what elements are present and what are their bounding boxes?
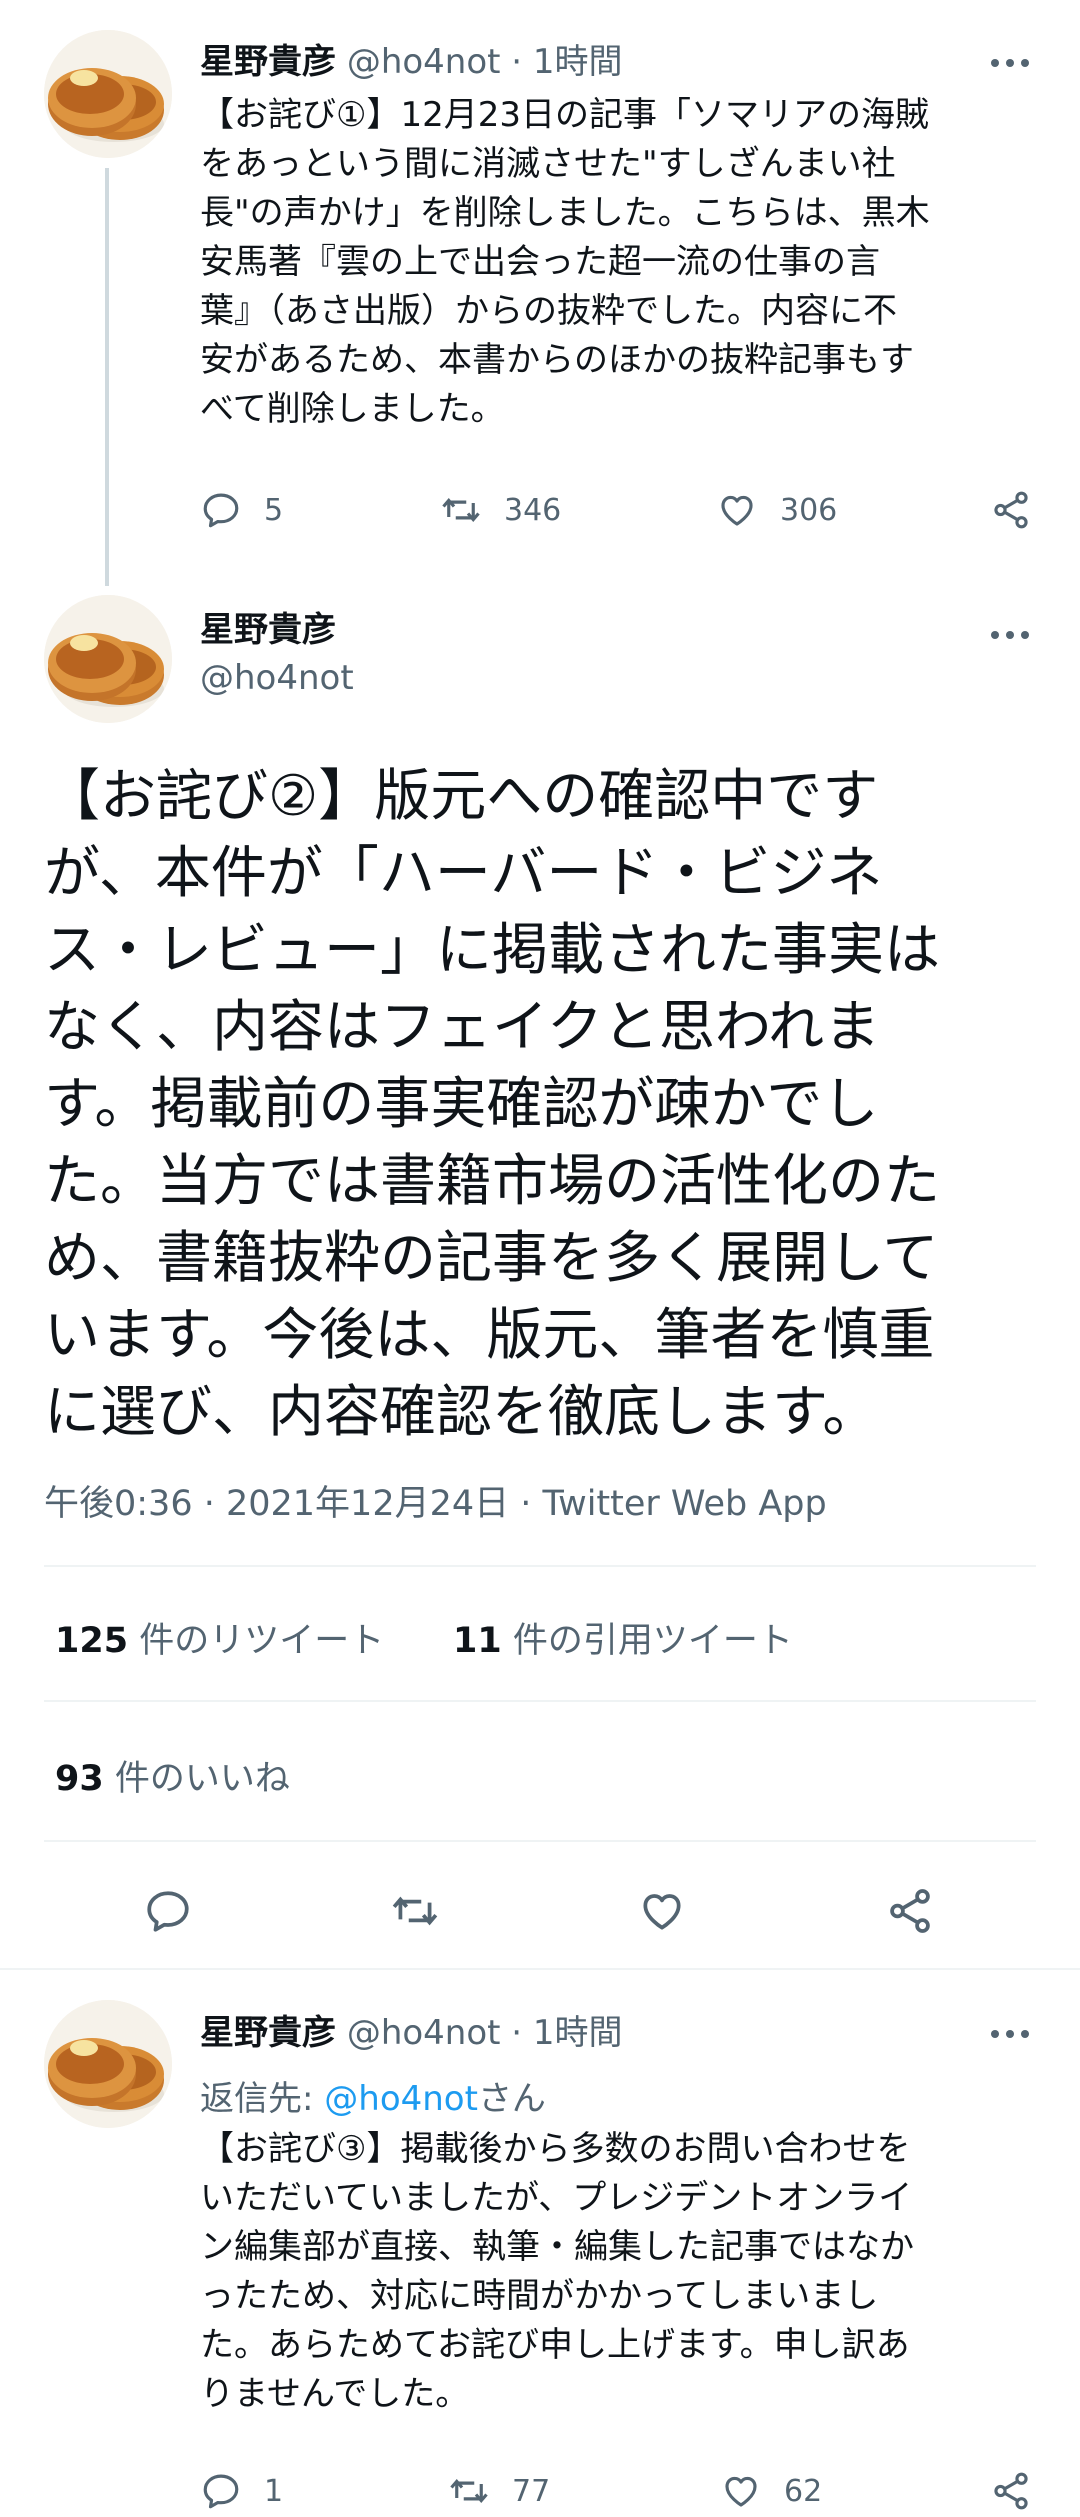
retweet-total-label: 件のリツイート: [128, 1621, 385, 1661]
reply-icon: [200, 489, 242, 531]
more-button[interactable]: [990, 625, 1030, 644]
reply-suffix: さん: [477, 2079, 546, 2119]
separator: ·: [511, 42, 523, 82]
like-button[interactable]: [637, 1886, 687, 1936]
reply-to-link[interactable]: @ho4not: [324, 2079, 478, 2119]
tweet-text-line: 安馬著『雲の上で出会った超一流の仕事の言: [200, 242, 880, 282]
tweet-header: 星野貴彦 @ho4not · 1時間: [200, 34, 623, 83]
separator: ·: [511, 2013, 523, 2053]
tweet-timestamp[interactable]: 午後0:36 · 2021年12月24日 · Twitter Web App: [44, 1475, 827, 1526]
retweet-button[interactable]: 346: [440, 489, 561, 531]
like-total-label: 件のいいね: [103, 1759, 290, 1799]
more-button[interactable]: [990, 2024, 1030, 2043]
reply-button[interactable]: [143, 1886, 193, 1936]
retweet-button[interactable]: [390, 1886, 440, 1936]
tweet-text-line: いただいていましたが、プレジデントオンライ: [200, 2178, 913, 2218]
tweet-text-line: た。当方では書籍市場の活性化のた: [44, 1149, 940, 1214]
retweet-icon: [448, 2470, 490, 2512]
tweet-text-line: なく、内容はフェイクと思われま: [44, 995, 881, 1060]
reply-prefix: 返信先:: [200, 2079, 325, 2119]
quote-total-label: 件の引用ツイート: [501, 1621, 793, 1661]
more-icon: [990, 2029, 1030, 2039]
like-count: 62: [784, 2473, 823, 2509]
tweet-text-line: 【お詫び③】掲載後から多数のお問い合わせを: [200, 2129, 911, 2169]
like-icon: [720, 2470, 762, 2512]
main-tweet-text: 【お詫び②】版元への確認中です が、本件が「ハーバード・ビジネ ス・レビュー」に…: [44, 758, 940, 1451]
like-button[interactable]: 62: [720, 2470, 822, 2512]
tweet-text-line: た。あらためてお詫び申し上げます。申し訳あ: [200, 2325, 910, 2365]
like-button[interactable]: 306: [716, 489, 837, 531]
share-button[interactable]: [885, 1886, 935, 1936]
avatar[interactable]: [44, 30, 172, 158]
author-name[interactable]: 星野貴彦: [200, 42, 336, 82]
retweet-count: 77: [512, 2473, 551, 2509]
like-icon: [716, 489, 758, 531]
author-handle[interactable]: @ho4not: [200, 658, 354, 698]
share-icon: [885, 1886, 935, 1936]
avatar-image: [44, 30, 172, 158]
tweet-header: 星野貴彦 @ho4not · 1時間: [200, 2005, 623, 2054]
share-icon: [990, 2470, 1032, 2512]
retweet-icon: [390, 1886, 440, 1936]
tweet-text-line: が、本件が「ハーバード・ビジネ: [44, 841, 883, 906]
reply-button[interactable]: 1: [200, 2470, 283, 2512]
reply-icon: [200, 2470, 242, 2512]
tweet-text-line: ン編集部が直接、執筆・編集した記事ではなか: [200, 2227, 914, 2267]
tweet-text-line: め、書籍抜粋の記事を多く展開して: [44, 1226, 939, 1291]
tweet-time[interactable]: 1時間: [533, 42, 623, 82]
divider: [44, 1700, 1036, 1702]
divider: [0, 1968, 1080, 1970]
tweet-text: 【お詫び③】掲載後から多数のお問い合わせを いただいていましたが、プレジデントオ…: [200, 2125, 914, 2419]
reply-context: 返信先: @ho4notさん: [200, 2071, 546, 2120]
author-name[interactable]: 星野貴彦: [200, 602, 336, 651]
author-handle[interactable]: @ho4not: [347, 2013, 501, 2053]
divider: [44, 1565, 1036, 1567]
more-button[interactable]: [990, 53, 1030, 72]
retweet-icon: [440, 489, 482, 531]
retweet-total: 125: [55, 1621, 129, 1661]
share-button[interactable]: [990, 2470, 1032, 2512]
avatar-image: [44, 595, 172, 723]
share-button[interactable]: [990, 489, 1032, 531]
more-icon: [990, 58, 1030, 68]
retweet-count: 346: [504, 492, 562, 528]
tweet-text-line: す。掲載前の事実確認が疎かでし: [44, 1072, 879, 1137]
reply-icon: [143, 1886, 193, 1936]
tweet-text-line: 【お詫び①】12月23日の記事「ソマリアの海賊: [200, 95, 930, 135]
tweet-text: 【お詫び①】12月23日の記事「ソマリアの海賊 をあっという間に消滅させた"すし…: [200, 91, 930, 434]
tweet-text-line: べて削除しました。: [200, 389, 505, 429]
avatar-image: [44, 2000, 172, 2128]
tweet-text-line: をあっという間に消滅させた"すしざんまい社: [200, 144, 896, 184]
tweet-text-line: 安があるため、本書からのほかの抜粋記事もす: [200, 340, 914, 380]
quote-total: 11: [453, 1621, 502, 1661]
thread-line: [105, 168, 109, 586]
tweet-text-line: ス・レビュー」に掲載された事実は: [44, 918, 940, 983]
tweet-text-line: ったため、対応に時間がかかってしまいまし: [200, 2276, 879, 2316]
tweet-text-line: 葉』（あさ出版）からの抜粋でした。内容に不: [200, 291, 897, 331]
reply-count: 1: [264, 2473, 284, 2509]
more-icon: [990, 630, 1030, 640]
divider: [44, 1840, 1036, 1842]
tweet-text-line: りませんでした。: [200, 2374, 470, 2414]
likes-stat[interactable]: 93 件のいいね: [55, 1750, 290, 1801]
like-icon: [637, 1886, 687, 1936]
share-icon: [990, 489, 1032, 531]
tweet-text-line: 長"の声かけ」を削除しました。こちらは、黒木: [200, 193, 930, 233]
like-total: 93: [55, 1759, 104, 1799]
retweets-stat[interactable]: 125 件のリツイート: [55, 1612, 384, 1663]
tweet-text-line: に選び、内容確認を徹底します。: [44, 1380, 879, 1445]
like-count: 306: [780, 492, 838, 528]
tweet-text-line: います。今後は、版元、筆者を慎重: [44, 1303, 935, 1368]
reply-count: 5: [264, 492, 284, 528]
tweet-text-line: 【お詫び②】版元への確認中です: [44, 764, 879, 829]
avatar[interactable]: [44, 2000, 172, 2128]
tweet-time[interactable]: 1時間: [533, 2013, 623, 2053]
reply-button[interactable]: 5: [200, 489, 283, 531]
quote-tweets-stat[interactable]: 11 件の引用ツイート: [453, 1612, 793, 1663]
retweet-button[interactable]: 77: [448, 2470, 550, 2512]
avatar[interactable]: [44, 595, 172, 723]
author-handle[interactable]: @ho4not: [347, 42, 501, 82]
author-name[interactable]: 星野貴彦: [200, 2013, 336, 2053]
